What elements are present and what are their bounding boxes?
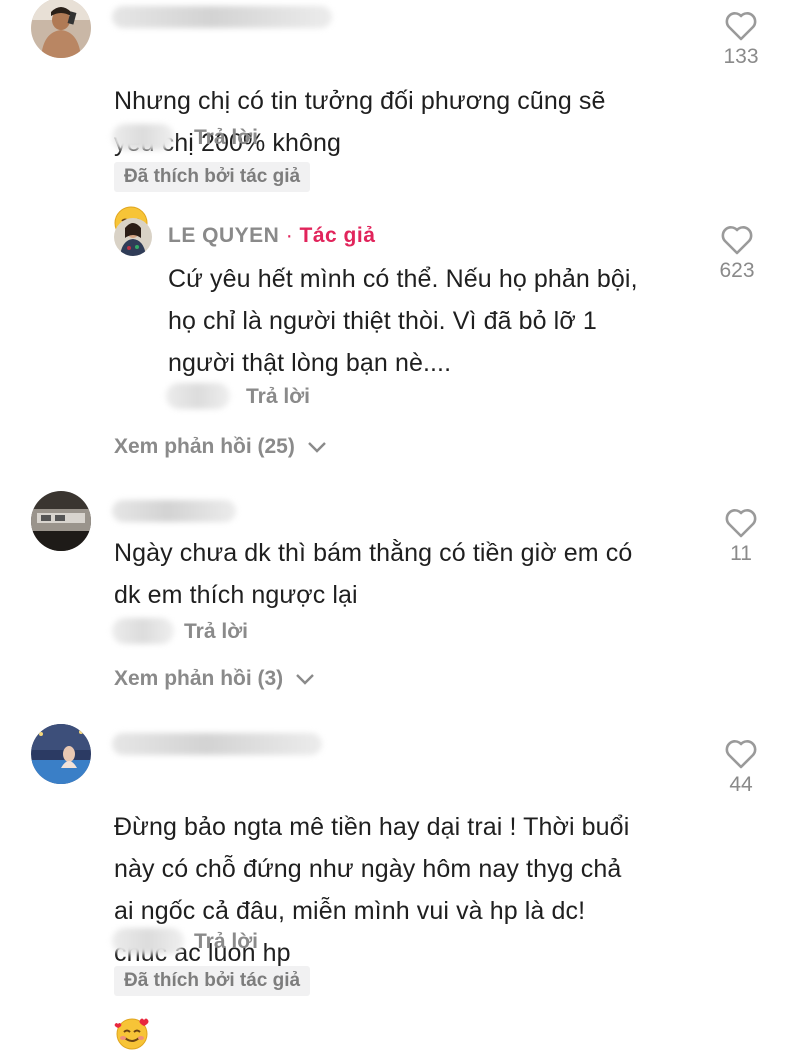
blurred-username	[112, 733, 322, 755]
like-count: 44	[729, 773, 753, 796]
comment-text: Ngày chưa dk thì bám thằng có tiền giờ e…	[114, 539, 633, 609]
avatar[interactable]	[31, 491, 91, 551]
chevron-down-icon	[307, 435, 327, 459]
comment-text: Nhưng chị có tin tưởng đối phương cũng s…	[114, 38, 606, 253]
blurred-username	[112, 6, 332, 28]
author-name[interactable]: LE QUYEN · Tác giả	[168, 224, 375, 248]
heart-outline-icon	[725, 12, 757, 41]
like-count: 623	[719, 259, 755, 282]
blurred-date	[112, 124, 174, 150]
reply-button[interactable]: Trả lời	[194, 930, 258, 954]
blurred-date	[112, 618, 174, 644]
like-button[interactable]: 44	[716, 738, 766, 797]
author-tag-separator: ·	[279, 224, 300, 247]
view-replies-button[interactable]: Xem phản hồi (3)	[114, 667, 315, 691]
like-count: 11	[730, 542, 752, 565]
like-count: 133	[723, 45, 759, 68]
like-button[interactable]: 11	[716, 507, 766, 566]
heart-outline-icon	[721, 226, 753, 255]
liked-by-author-badge: Đã thích bởi tác giả	[114, 966, 311, 996]
blurred-date	[112, 928, 184, 954]
avatar[interactable]	[31, 724, 91, 784]
avatar[interactable]	[31, 0, 91, 58]
like-button[interactable]: 623	[712, 224, 762, 283]
author-avatar[interactable]	[114, 218, 152, 256]
reply-text: Cứ yêu hết mình có thể. Nếu họ phản bội,…	[168, 265, 638, 377]
blurred-username	[112, 500, 236, 522]
view-replies-button[interactable]: Xem phản hồi (25)	[114, 435, 327, 459]
liked-by-author-badge: Đã thích bởi tác giả	[114, 162, 311, 192]
blurred-date	[166, 383, 230, 409]
author-tag: Tác giả	[299, 224, 376, 247]
reply-button[interactable]: Trả lời	[184, 620, 248, 644]
heart-outline-icon	[725, 509, 757, 538]
heart-outline-icon	[725, 740, 757, 769]
like-button[interactable]: 133	[716, 10, 766, 69]
reply-button[interactable]: Trả lời	[194, 126, 258, 150]
reply-button[interactable]: Trả lời	[246, 385, 310, 409]
chevron-down-icon	[295, 667, 315, 691]
author-username[interactable]: LE QUYEN	[168, 224, 279, 247]
comment-text: Đừng bảo ngta mê tiền hay dại trai ! Thờ…	[114, 764, 629, 1063]
